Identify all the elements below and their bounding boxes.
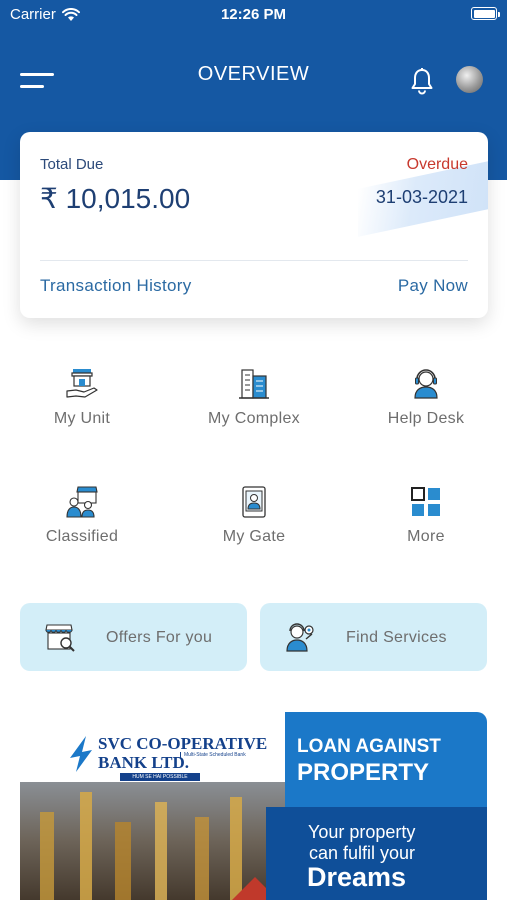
app-screen: Carrier 12:26 PM OVERVIEW Total Due Over…: [0, 0, 507, 900]
pay-now-link[interactable]: Pay Now: [398, 276, 468, 296]
grid-icon: [411, 487, 440, 516]
total-due-label: Total Due: [40, 156, 104, 173]
my-unit-button[interactable]: My Unit: [12, 366, 152, 446]
find-services-label: Find Services: [346, 629, 447, 646]
my-complex-button[interactable]: My Complex: [184, 366, 324, 446]
hand-with-shop-icon: [66, 369, 98, 398]
due-date: 31-03-2021: [375, 187, 468, 207]
offers-for-you-button[interactable]: Offers For you: [20, 603, 247, 671]
top-nav: OVERVIEW: [0, 55, 507, 105]
find-services-button[interactable]: Find Services: [260, 603, 487, 671]
more-button[interactable]: More: [356, 484, 496, 564]
headline-line2: PROPERTY: [297, 759, 430, 786]
market-people-icon: [66, 486, 98, 518]
gate-id-card-icon: [242, 486, 266, 518]
total-due-amount: ₹ 10,015.00: [40, 183, 191, 214]
offers-for-you-label: Offers For you: [106, 629, 213, 646]
classified-button[interactable]: Classified: [12, 484, 152, 564]
status-time: 12:26 PM: [220, 6, 287, 23]
bank-tagline: HUM SE HAI POSSIBLE: [120, 773, 200, 781]
promo-line3: Dreams: [307, 862, 407, 892]
promo-line2: can fulfil your: [309, 843, 416, 863]
my-unit-label: My Unit: [53, 410, 111, 427]
overdue-status: Overdue: [406, 156, 468, 173]
service-person-icon: [286, 623, 314, 652]
total-due-card: Total Due Overdue ₹ 10,015.00 31-03-2021…: [20, 132, 488, 318]
promo-line1: Your property: [308, 822, 416, 842]
bank-name-line2: BANK LTD.: [98, 753, 190, 772]
profile-avatar[interactable]: [456, 66, 483, 93]
bank-name-line1: SVC CO-OPERATIVE: [98, 734, 268, 753]
help-desk-button[interactable]: Help Desk: [356, 366, 496, 446]
help-desk-label: Help Desk: [387, 410, 465, 427]
more-label: More: [407, 528, 445, 545]
my-gate-label: My Gate: [222, 528, 286, 545]
classified-label: Classified: [45, 528, 119, 545]
transaction-history-link[interactable]: Transaction History: [40, 276, 192, 296]
headset-agent-icon: [414, 369, 438, 399]
store-search-icon: [45, 624, 75, 652]
battery-icon: [471, 7, 500, 20]
status-bar: Carrier 12:26 PM: [0, 0, 507, 28]
notification-bell-icon[interactable]: [409, 67, 435, 95]
my-complex-label: My Complex: [208, 410, 300, 427]
loan-promo-banner[interactable]: SVC CO-OPERATIVE BANK LTD. Multi-State S…: [20, 712, 487, 900]
card-divider: [40, 260, 468, 261]
buildings-icon: [239, 369, 269, 399]
bank-subtitle: Multi-State Scheduled Bank: [180, 752, 262, 758]
bank-logo-icon: [70, 736, 92, 772]
my-gate-button[interactable]: My Gate: [184, 484, 324, 564]
headline-line1: LOAN AGAINST: [297, 736, 441, 757]
